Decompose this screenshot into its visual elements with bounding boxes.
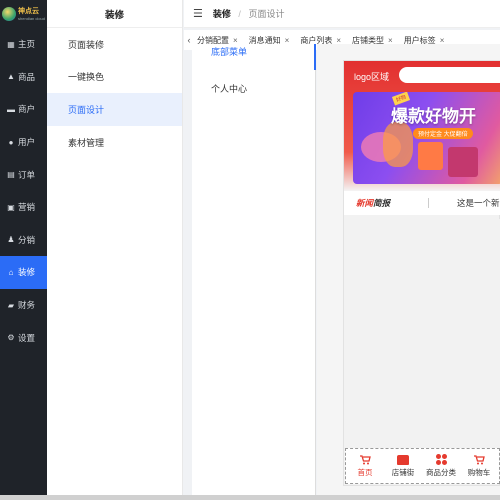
banner-decoration bbox=[383, 122, 413, 167]
settings-icon: ⚙ bbox=[7, 333, 15, 343]
banner-bag-graphic bbox=[448, 147, 478, 177]
shop-icon: ▬ bbox=[7, 104, 15, 114]
logo-area[interactable]: logo区域 bbox=[354, 70, 389, 83]
tabbar-item-category[interactable]: 商品分类 bbox=[422, 449, 460, 483]
tabbar-item-store-street[interactable]: 店铺街 bbox=[384, 449, 422, 483]
tabbar-label: 购物车 bbox=[467, 467, 491, 477]
bottom-tabbar[interactable]: 首页 店铺街 商品分类 购物车 bbox=[345, 448, 500, 484]
store-icon bbox=[397, 454, 409, 465]
brand-tagline: shendian cloud bbox=[18, 15, 45, 21]
bag-icon: ▲ bbox=[7, 72, 15, 82]
nav-item[interactable]: ▣ 营销 bbox=[0, 191, 47, 224]
nav-item[interactable]: ▰ 财务 bbox=[0, 289, 47, 322]
grid-icon: ▦ bbox=[7, 39, 15, 49]
breadcrumb: 装修 / 页面设计 bbox=[213, 7, 285, 20]
page-item-bottom-menu[interactable]: 底部菜单 bbox=[192, 44, 315, 58]
distribution-icon: ♟ bbox=[7, 235, 15, 245]
news-bulletin[interactable]: 新闻 简报 这是一个新 bbox=[344, 191, 500, 215]
nav-item-label: 商户 bbox=[18, 104, 36, 115]
sub-menu-item[interactable]: 页面设计 bbox=[47, 93, 182, 126]
banner-title: 爆款好物开 bbox=[391, 107, 476, 126]
breadcrumb-item-current: 页面设计 bbox=[248, 9, 285, 19]
nav-item-label: 设置 bbox=[18, 332, 36, 343]
main-sidebar: 神点云 shendian cloud ▦ 主页 ▲ 商品 ▬ 商户 ● 用户 ▤ 订单 ▣ 营销 ♟ 分销… bbox=[0, 0, 47, 495]
news-label-dark: 简报 bbox=[373, 198, 391, 208]
sub-menu-item[interactable]: 素材管理 bbox=[47, 126, 182, 159]
tabbar-label: 商品分类 bbox=[426, 468, 456, 477]
sub-menu-item[interactable]: 页面装修 bbox=[47, 28, 182, 61]
brand-name: 神点云 bbox=[18, 7, 40, 15]
top-header: ☰ 装修 / 页面设计 bbox=[184, 0, 500, 28]
tabbar-item-cart[interactable]: 购物车 bbox=[460, 449, 498, 483]
marketing-icon: ▣ bbox=[7, 202, 15, 212]
sub-menu-item[interactable]: 一键换色 bbox=[47, 61, 182, 94]
sub-sidebar-title: 装修 bbox=[47, 0, 182, 28]
page-selected-indicator bbox=[314, 44, 316, 70]
nav-item[interactable]: ▬ 商户 bbox=[0, 93, 47, 126]
banner-image[interactable]: 好物 爆款好物开 预付定金 大促翻倍 bbox=[353, 92, 500, 184]
banner-bag-graphic bbox=[418, 142, 443, 170]
order-icon: ▤ bbox=[7, 170, 15, 180]
nav-item-label: 商品 bbox=[18, 71, 36, 82]
nav-item-label: 营销 bbox=[18, 202, 36, 213]
window-bottom-edge bbox=[0, 495, 500, 500]
breadcrumb-item[interactable]: 装修 bbox=[213, 9, 231, 19]
phone-preview: logo区域 好物 爆款好物开 预付定金 大促翻倍 新闻 简报 这是一个新 首页… bbox=[343, 60, 500, 486]
finance-icon: ▰ bbox=[7, 300, 15, 310]
search-input[interactable] bbox=[399, 67, 500, 83]
banner-subtitle: 预付定金 大促翻倍 bbox=[413, 128, 473, 139]
page-list-panel: 底部菜单 个人中心 bbox=[192, 44, 316, 495]
nav-item[interactable]: ▦ 主页 bbox=[0, 28, 47, 61]
hamburger-menu-icon[interactable]: ☰ bbox=[193, 7, 203, 20]
news-message: 这是一个新 bbox=[457, 198, 500, 208]
user-icon: ● bbox=[8, 137, 14, 147]
news-divider bbox=[428, 198, 430, 208]
nav-item-label: 主页 bbox=[18, 39, 36, 50]
nav-item-label: 用户 bbox=[18, 137, 36, 148]
nav-item-label: 财务 bbox=[18, 300, 36, 311]
sub-sidebar: 装修 页面装修 一键换色 页面设计 素材管理 bbox=[47, 0, 183, 495]
nav-item[interactable]: ● 用户 bbox=[0, 126, 47, 159]
nav-item[interactable]: ♟ 分销 bbox=[0, 224, 47, 257]
nav-item-label: 订单 bbox=[18, 169, 36, 180]
cart-icon bbox=[473, 454, 485, 465]
breadcrumb-separator: / bbox=[238, 9, 241, 19]
home-icon: ⌂ bbox=[8, 267, 14, 277]
brand-logo[interactable]: 神点云 shendian cloud bbox=[0, 0, 47, 28]
phone-header: logo区域 好物 爆款好物开 预付定金 大促翻倍 bbox=[344, 61, 500, 191]
phone-body bbox=[344, 219, 500, 451]
nav-item[interactable]: ⌂ 装修 bbox=[0, 256, 47, 289]
tabbar-item-home[interactable]: 首页 bbox=[346, 449, 384, 483]
nav-item[interactable]: ⚙ 设置 bbox=[0, 321, 47, 354]
nav-item-label: 分销 bbox=[18, 234, 36, 245]
tabbar-label: 店铺街 bbox=[391, 467, 415, 477]
nav-item[interactable]: ▲ 商品 bbox=[0, 61, 47, 94]
tabbar-label: 首页 bbox=[357, 467, 373, 477]
logo-icon bbox=[2, 7, 17, 21]
nav-item-label: 装修 bbox=[18, 267, 36, 278]
page-item-profile[interactable]: 个人中心 bbox=[192, 78, 315, 98]
cart-icon bbox=[359, 454, 371, 465]
nav-item[interactable]: ▤ 订单 bbox=[0, 158, 47, 191]
news-label-red: 新闻 bbox=[356, 198, 374, 208]
category-icon bbox=[435, 454, 447, 465]
